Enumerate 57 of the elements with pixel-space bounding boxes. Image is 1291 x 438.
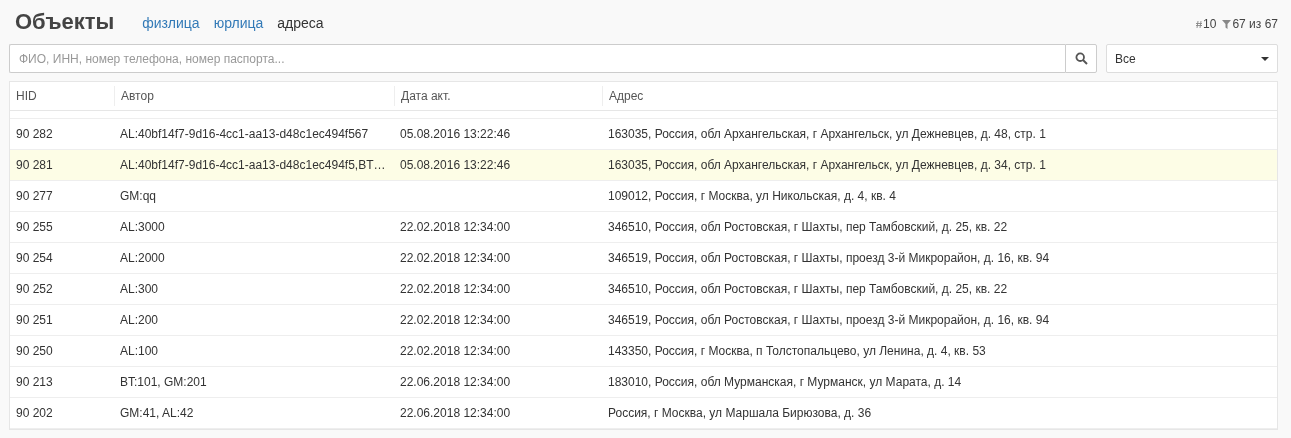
table-cell-text: 22.02.2018 12:34:00 [399,312,512,329]
hash-icon [1196,20,1203,28]
table-cell-text: AL:2000 [119,250,166,267]
search-icon [1074,52,1088,65]
table-cell-text: 346510, Россия, обл Ростовская, г Шахты, пер Тамбовский, д. 25, кв. 22 [607,281,1009,298]
record-count: 67 из 67 [1232,17,1278,31]
nav-tab[interactable]: физлица [142,15,200,31]
table-cell-text: 05.08.2016 13:22:46 [399,157,512,174]
table-cell-text: AL:3000 [119,219,166,236]
table-cell-text: BT:101, GM:201 [119,374,208,391]
table-cell-text: 163035, Россия, обл Архангельская, г Архангельск, ул Дежневцев, д. 48, стр. 1 [607,126,1047,143]
table-cell-text: 90 213 [15,374,54,391]
table-cell-text: 22.02.2018 12:34:00 [399,281,512,298]
nav-tab[interactable]: адреса [277,15,324,31]
table-cell-text: 109012, Россия, г Москва, ул Никольская, д. 4, кв. 4 [607,188,897,205]
table-cell-text: 346519, Россия, обл Ростовская, г Шахты, проезд 3-й Микрорайон, д. 16, кв. 94 [607,250,1051,267]
table-cell-text: 22.02.2018 12:34:00 [399,219,512,236]
table-cell-text: AL:300 [119,281,160,298]
table-cell-text: 05.08.2016 13:22:46 [399,126,512,143]
table-cell-text: 90 281 [15,157,54,174]
column-header[interactable]: Автор [114,86,394,106]
table-cell-text: 90 255 [15,219,54,236]
nav-tab[interactable]: юрлица [213,15,264,31]
table-cell-text: AL:100 [119,343,160,360]
table-cell-text: GM:qq [119,188,157,205]
table-cell-text: 90 282 [15,126,54,143]
table-cell-text: Россия, г Москва, ул Маршала Бирюзова, д. 36 [607,405,873,422]
table-cell-text: 183010, Россия, обл Мурманская, г Мурманск, ул Марата, д. 14 [607,374,963,391]
table-cell-text: 90 251 [15,312,54,329]
table-cell-text: 22.02.2018 12:34:00 [399,250,512,267]
table-cell-text: AL:200 [119,312,160,329]
page-title: Объекты [15,9,115,35]
table-cell-text: 22.02.2018 12:34:00 [399,343,512,360]
table-cell-text: 90 277 [15,188,54,205]
table-cell-text: 90 250 [15,343,54,360]
filter-icon [1222,19,1232,29]
search-button[interactable] [1065,44,1097,73]
table-cell-text: 90 252 [15,281,54,298]
search-field[interactable]: ФИО, ИНН, номер телефона, номер паспорта... [9,44,1065,73]
column-header[interactable]: Адрес [602,86,1277,106]
column-header[interactable]: Дата акт. [394,86,602,106]
table-cell-text: 163035, Россия, обл Архангельская, г Архангельск, ул Дежневцев, д. 34, стр. 1 [607,157,1047,174]
table-cell-text: 22.06.2018 12:34:00 [399,405,512,422]
column-header[interactable]: HID [10,86,114,106]
table-cell-text: 90 202 [15,405,54,422]
table-cell-text: 346510, Россия, обл Ростовская, г Шахты, пер Тамбовский, д. 25, кв. 22 [607,219,1009,236]
table-row[interactable]: 90 281 AL:40bf14f7-9d16-4cc1-aa13-d48c1ec494f5,BT… 05.08.2016 13:22:46 163035, Россия, обл Архангельская, г Архангельск, ул Дежневцев, д. 34, стр. 1 [10,150,1277,181]
filter-dropdown[interactable]: Все [1106,44,1278,73]
page-size: 10 [1203,17,1217,31]
caret-icon [1261,56,1269,61]
table-cell-text: 143350, Россия, г Москва, п Толстопальцево, ул Ленина, д. 4, кв. 53 [607,343,987,360]
table-cell-text: 346519, Россия, обл Ростовская, г Шахты, проезд 3-й Микрорайон, д. 16, кв. 94 [607,312,1051,329]
table-cell-text: AL:40bf14f7-9d16-4cc1-aa13-d48c1ec494f567 [119,126,370,143]
table-cell-text: AL:40bf14f7-9d16-4cc1-aa13-d48c1ec494f5,BT… [119,157,387,174]
table-cell-text: GM:41, AL:42 [119,405,195,422]
table-cell-text: 22.06.2018 12:34:00 [399,374,512,391]
table-cell-text: 90 254 [15,250,54,267]
